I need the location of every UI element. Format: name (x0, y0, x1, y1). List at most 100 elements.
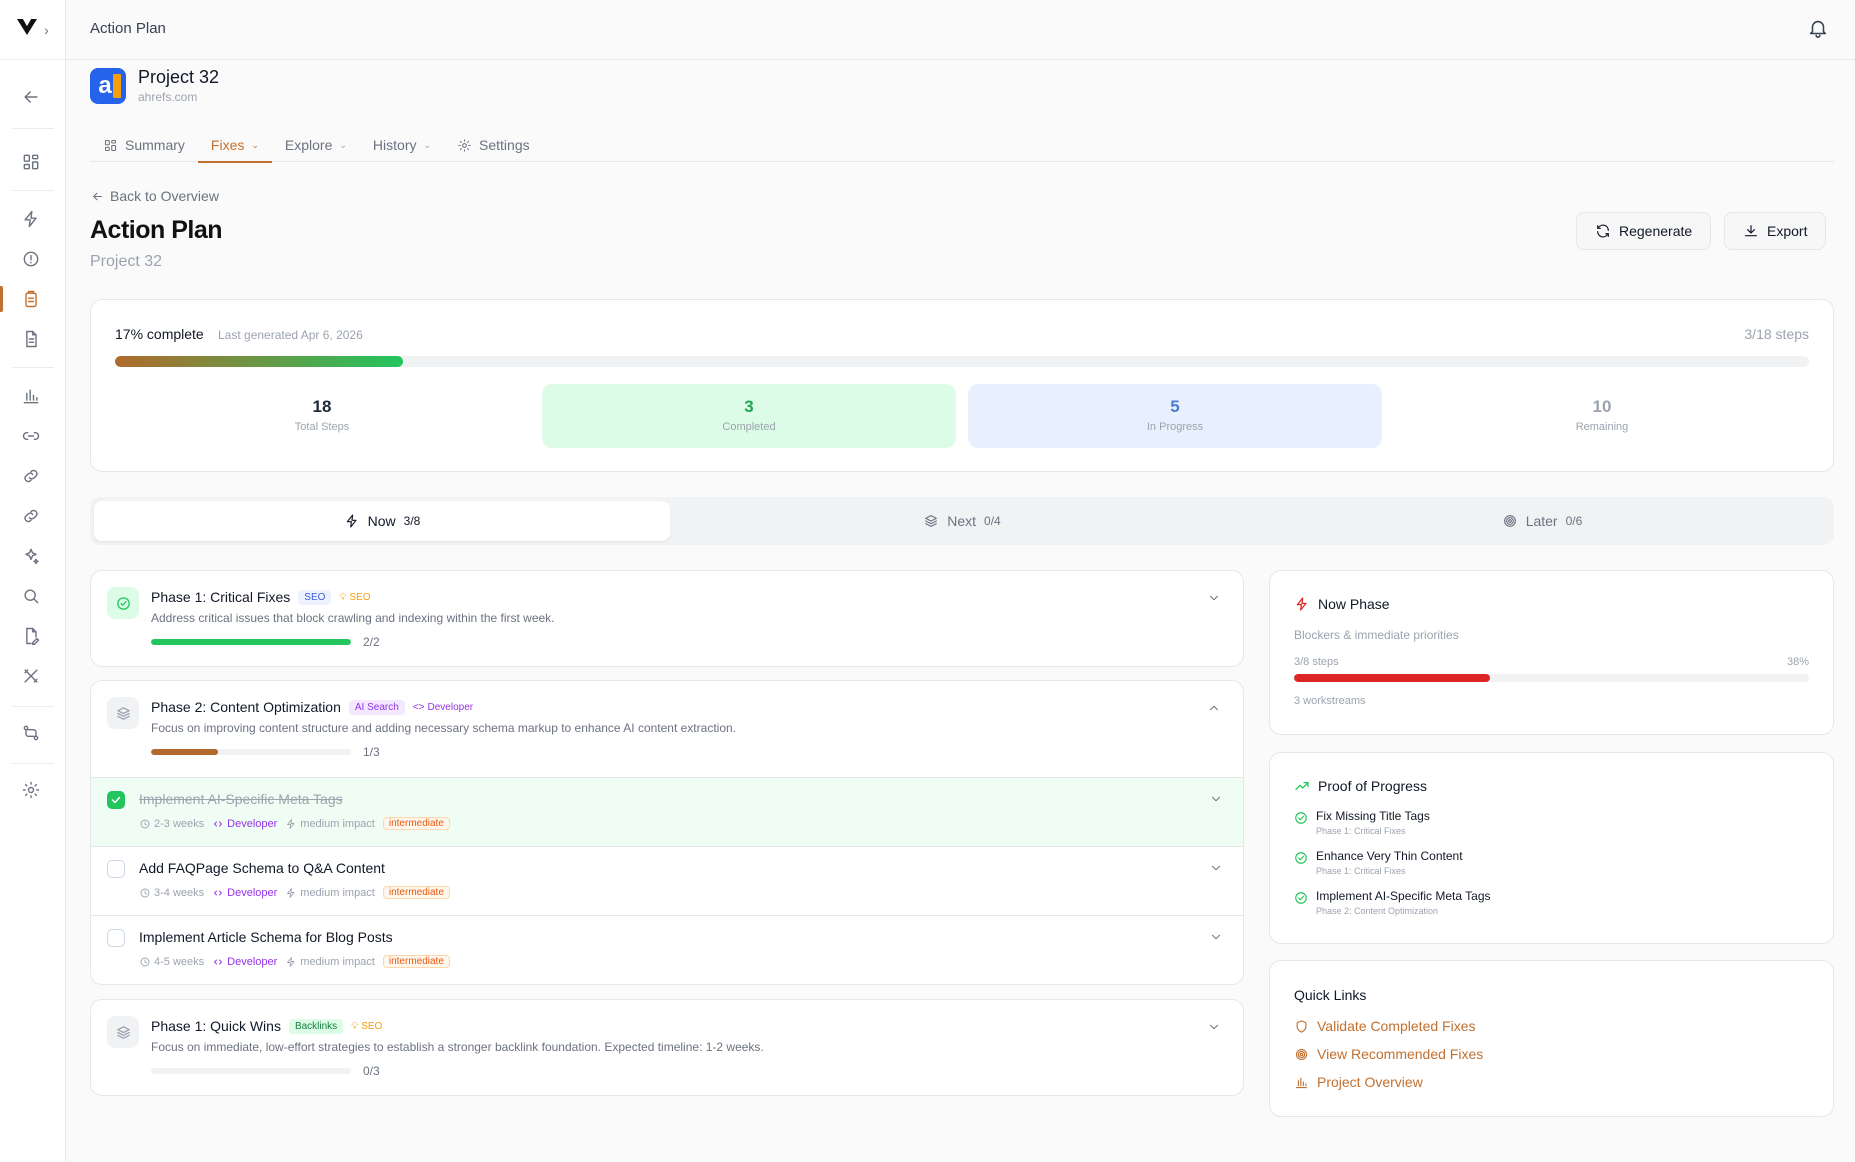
lightning-icon (287, 956, 295, 967)
search-icon[interactable] (19, 584, 43, 608)
download-icon (1745, 225, 1757, 237)
phase-header: Phase 1: Critical Fixes SEO 💡︎ SEO (151, 589, 371, 605)
file-edit-icon[interactable] (19, 624, 43, 648)
task-level: intermediate (382, 955, 450, 968)
gear-icon[interactable] (19, 778, 43, 802)
sidebar-active-indicator (0, 286, 3, 312)
owner-tag-label: Developer (427, 701, 474, 713)
task-checkbox[interactable] (107, 929, 125, 947)
proof-item-title: Fix Missing Title Tags (1316, 809, 1430, 823)
stat-value: 18 (312, 397, 332, 416)
topbar-title: Action Plan (90, 20, 166, 37)
bar-chart-icon (1295, 1077, 1308, 1088)
tab-settings[interactable]: Settings (444, 128, 543, 162)
chevron-up-icon[interactable] (1207, 701, 1221, 715)
stat-completed: 3 Completed (542, 384, 956, 448)
tab-fixes[interactable]: Fixes ⌄ (197, 128, 272, 163)
target-icon (1295, 1048, 1308, 1060)
quick-link-validate[interactable]: Validate Completed Fixes (1294, 1018, 1475, 1034)
lightning-icon[interactable] (19, 207, 43, 231)
notification-bell-icon[interactable] (1807, 17, 1829, 39)
task-checkbox[interactable] (107, 860, 125, 878)
link-icon[interactable] (19, 424, 43, 448)
chain-link-icon[interactable] (19, 464, 43, 488)
project-domain: ahrefs.com (138, 90, 198, 104)
now-phase-description: Blockers & immediate priorities (1294, 628, 1459, 642)
now-phase-title: Now Phase (1318, 596, 1390, 612)
lightning-icon (1296, 597, 1307, 611)
quick-link-overview[interactable]: Project Overview (1294, 1074, 1423, 1090)
target-icon (1503, 515, 1516, 527)
tab-summary[interactable]: Summary (90, 128, 198, 162)
now-phase-steps: 3/8 steps (1294, 656, 1339, 668)
export-button[interactable]: Export (1724, 212, 1827, 250)
quick-link-recommended[interactable]: View Recommended Fixes (1294, 1046, 1483, 1062)
chevron-down-icon: ⌄ (339, 139, 347, 150)
task-row[interactable]: Add FAQPage Schema to Q&A Content 3-4 we… (91, 846, 1243, 915)
task-checkbox[interactable] (107, 791, 125, 809)
clipboard-icon[interactable] (19, 287, 43, 311)
back-to-overview-link[interactable]: Back to Overview (91, 188, 219, 204)
owner-tag: <> Developer (413, 702, 473, 713)
tab-history[interactable]: History ⌄ (360, 128, 444, 162)
chevron-down-icon[interactable] (1209, 861, 1223, 875)
export-label: Export (1767, 223, 1808, 239)
quick-links-title: Quick Links (1294, 987, 1367, 1003)
code-icon (214, 890, 223, 895)
phase-tab-later[interactable]: Later 0/6 (1254, 501, 1830, 541)
sparkles-icon[interactable] (19, 544, 43, 568)
document-icon[interactable] (19, 327, 43, 351)
regenerate-button[interactable]: Regenerate (1576, 212, 1712, 250)
category-badge: Backlinks (288, 1018, 344, 1034)
phase-card[interactable]: Phase 1: Critical Fixes SEO 💡︎ SEO Addres… (90, 570, 1244, 667)
task-row[interactable]: Implement AI-Specific Meta Tags 2-3 week… (91, 777, 1243, 846)
tab-explore[interactable]: Explore ⌄ (272, 128, 360, 162)
project-name: Project 32 (138, 67, 220, 87)
project-header: a Project 32 ahrefs.com (90, 67, 219, 104)
phase-title: Phase 1: Quick Wins (151, 1018, 281, 1034)
task-impact: medium impact (300, 886, 375, 899)
layers-icon (925, 515, 938, 527)
back-arrow-icon[interactable] (19, 85, 43, 109)
steps-count: 3/18 steps (1744, 326, 1809, 342)
progress-summary-card: 17% complete Last generated Apr 6, 2026 … (90, 299, 1834, 472)
task-level: intermediate (382, 886, 450, 899)
expand-sidebar-icon[interactable]: › (44, 22, 49, 38)
chevron-down-icon: ⌄ (251, 139, 259, 150)
dashboard-icon[interactable] (19, 150, 43, 174)
chevron-down-icon[interactable] (1207, 591, 1221, 605)
category-badge: AI Search (348, 699, 405, 715)
phase-progress-fill (151, 749, 218, 755)
phase-tab-next[interactable]: Next 0/4 (674, 501, 1250, 541)
chevron-down-icon[interactable] (1209, 930, 1223, 944)
app-logo[interactable] (16, 17, 38, 43)
regenerate-label: Regenerate (1619, 223, 1693, 239)
check-circle-icon (107, 587, 139, 619)
percent-complete: 17% complete (115, 326, 204, 342)
phase-header[interactable]: Phase 2: Content Optimization AI Search … (151, 699, 473, 715)
chevron-down-icon[interactable] (1209, 792, 1223, 806)
task-row[interactable]: Implement Article Schema for Blog Posts … (91, 915, 1243, 984)
phase-tab-count: 3/8 (403, 514, 421, 528)
alert-circle-icon[interactable] (19, 247, 43, 271)
owner: Developer (212, 818, 277, 830)
chevron-down-icon[interactable] (1207, 1020, 1221, 1034)
sidebar-header: › (0, 0, 65, 60)
compare-icon[interactable] (19, 721, 43, 745)
now-phase-card: Now Phase Blockers & immediate prioritie… (1269, 570, 1834, 735)
lightning-icon (287, 818, 295, 829)
phase-count: 2/2 (363, 635, 380, 649)
phase-tab-now[interactable]: Now 3/8 (94, 501, 670, 541)
trending-up-icon (1295, 782, 1309, 790)
phase-count: 0/3 (363, 1064, 380, 1078)
owner-tag-label: SEO (361, 1020, 383, 1032)
bar-chart-icon[interactable] (19, 384, 43, 408)
tab-label: Settings (479, 137, 530, 153)
shield-icon (1296, 1019, 1307, 1033)
tools-icon[interactable] (19, 664, 43, 688)
phase-card[interactable]: Phase 1: Quick Wins Backlinks 💡︎ SEO Focu… (90, 999, 1244, 1096)
broken-link-icon[interactable] (19, 504, 43, 528)
tab-label: Summary (125, 137, 185, 153)
duration: 3-4 weeks (139, 887, 204, 899)
check-circle-icon (1295, 812, 1307, 824)
